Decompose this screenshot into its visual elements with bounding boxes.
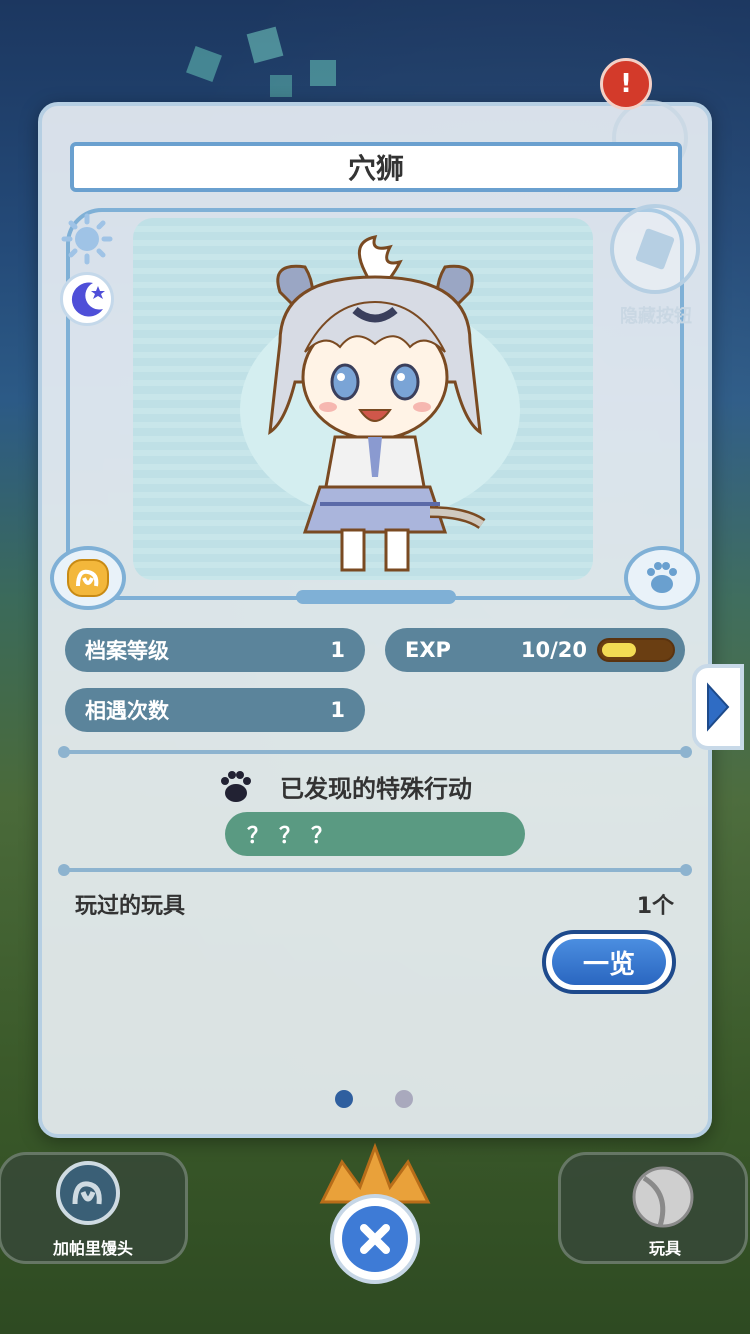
profile-level-value: 1 — [330, 638, 345, 662]
profile-level-label: 档案等级 — [85, 639, 169, 663]
character-name: 穴狮 — [347, 152, 404, 185]
japari-bun-icon — [56, 1161, 120, 1225]
day-mode-icon[interactable] — [60, 212, 114, 266]
character-name-bar: 穴狮 — [70, 142, 682, 192]
encounter-label: 相遇次数 — [85, 699, 169, 723]
alert-symbol: ! — [620, 69, 632, 99]
chevron-right-icon — [707, 682, 730, 732]
exp-row: EXP 10/20 — [385, 628, 685, 672]
close-icon — [360, 1224, 390, 1254]
japari-tab-icon[interactable] — [50, 546, 126, 610]
hide-button-label: 隐藏按钮 — [620, 306, 692, 327]
special-actions-header: 已发现的特殊行动 — [216, 764, 536, 808]
exp-label: EXP — [405, 638, 451, 662]
exp-progress-fill — [602, 643, 636, 657]
paw-icon — [221, 771, 251, 802]
page-dot[interactable] — [395, 1090, 413, 1108]
night-mode-icon[interactable] — [60, 272, 114, 326]
paw-tab-icon[interactable] — [624, 546, 700, 610]
special-actions-title: 已发现的特殊行动 — [280, 774, 472, 803]
toys-label: 玩具 — [648, 1239, 681, 1258]
section-divider — [58, 746, 692, 758]
hide-button[interactable] — [610, 204, 700, 294]
background-cubes — [186, 26, 336, 97]
exp-progress-bar — [597, 638, 675, 662]
toys-played-count: 1个 — [636, 894, 674, 919]
page-dot[interactable] — [335, 1090, 353, 1108]
portrait-frame-handle — [296, 590, 456, 604]
card-icon — [635, 228, 675, 270]
alert-badge[interactable]: ! — [600, 58, 652, 110]
encounter-value: 1 — [330, 698, 345, 722]
next-page-button[interactable] — [692, 664, 744, 750]
japari-bun-label: 加帕里馒头 — [52, 1239, 133, 1258]
close-button[interactable] — [330, 1194, 420, 1284]
toy-list-button[interactable]: 一览 — [542, 930, 676, 994]
toy-list-button-label: 一览 — [552, 939, 666, 985]
section-divider — [58, 864, 692, 876]
encounter-count-row: 相遇次数 1 — [65, 688, 365, 732]
character-illustration — [268, 235, 486, 572]
toys-played-label: 玩过的玩具 — [75, 894, 186, 919]
special-action-label: ？？？ — [247, 824, 344, 849]
profile-level-row: 档案等级 1 — [65, 628, 365, 672]
ball-icon — [632, 1166, 694, 1228]
special-action-item: ？？？ — [225, 812, 525, 856]
pagination-dots — [335, 1090, 413, 1108]
exp-value: 10/20 — [520, 638, 587, 662]
